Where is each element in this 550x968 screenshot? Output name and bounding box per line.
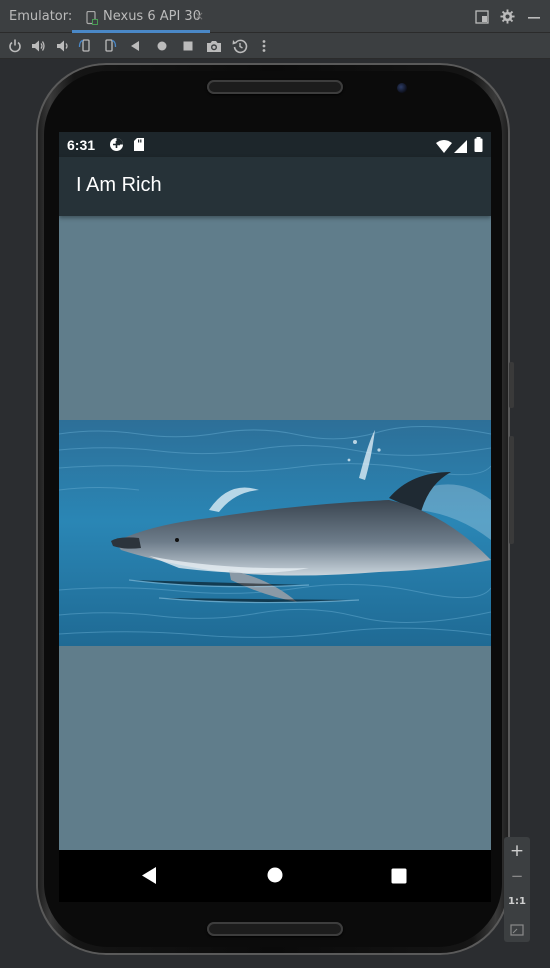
home-icon[interactable] (155, 38, 171, 54)
zoom-controls: + − 1:1 (504, 837, 530, 942)
overview-icon[interactable] (181, 38, 197, 54)
device-tab[interactable]: Nexus 6 API 30 × (72, 0, 210, 33)
gear-icon[interactable] (500, 9, 515, 28)
front-camera (397, 83, 407, 93)
nav-back-icon[interactable] (141, 866, 157, 889)
tool-window-label: Emulator: (9, 9, 73, 24)
rotate-right-icon[interactable] (102, 38, 118, 54)
data-saver-icon (109, 137, 124, 156)
app-title: I Am Rich (76, 174, 162, 196)
nav-recents-icon[interactable] (391, 868, 407, 888)
power-icon[interactable] (8, 38, 24, 54)
volume-up-icon[interactable] (31, 38, 47, 54)
side-power-button (509, 436, 514, 544)
wifi-icon (436, 138, 452, 157)
nav-home-icon[interactable] (267, 867, 283, 887)
rotate-left-icon[interactable] (78, 38, 94, 54)
app-toolbar: I Am Rich (59, 157, 491, 216)
top-speaker-grille (207, 80, 343, 94)
battery-icon (474, 137, 483, 156)
emulator-tab-bar: Emulator: Nexus 6 API 30 × (0, 0, 550, 33)
signal-icon (454, 138, 467, 157)
dock-layout-icon[interactable] (475, 9, 489, 28)
back-icon[interactable] (129, 38, 145, 54)
minimize-icon[interactable] (527, 9, 541, 28)
zoom-actual-size-button[interactable]: 1:1 (504, 896, 530, 907)
zoom-out-button[interactable]: − (504, 867, 530, 885)
sd-card-icon (133, 137, 145, 156)
volume-down-icon[interactable] (55, 38, 71, 54)
device-phone-icon (86, 10, 98, 29)
more-options-icon[interactable] (260, 38, 276, 54)
screenshot-camera-icon[interactable] (206, 38, 222, 54)
tab-close-icon[interactable]: × (194, 9, 204, 23)
device-screen[interactable]: 6:31 I Am Rich (59, 132, 491, 850)
status-bar: 6:31 (59, 132, 491, 157)
navigation-bar (59, 850, 491, 902)
status-time: 6:31 (67, 137, 96, 153)
side-volume-button (509, 362, 514, 408)
zoom-in-button[interactable]: + (504, 841, 530, 861)
bottom-speaker-grille (207, 922, 343, 936)
zoom-fit-icon[interactable] (504, 921, 530, 940)
device-tab-label: Nexus 6 API 30 (103, 9, 201, 24)
emulator-toolbar (0, 33, 550, 59)
dolphin-image (59, 420, 491, 646)
snapshot-restore-icon[interactable] (232, 38, 248, 54)
